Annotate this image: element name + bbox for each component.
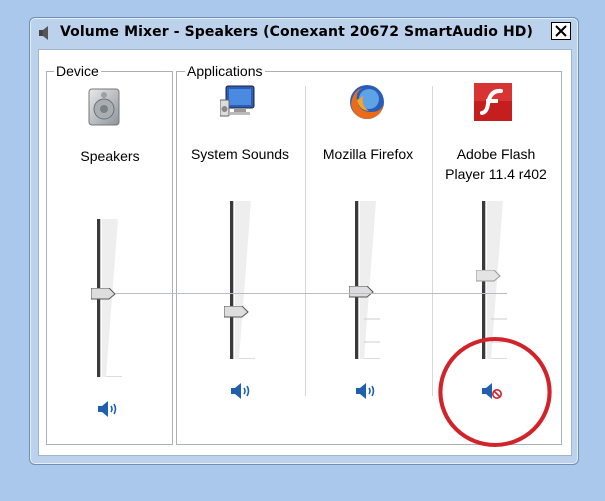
speaker-device-icon — [88, 88, 120, 126]
device-group: Device Speakers — [46, 63, 173, 445]
flash-volume-thumb[interactable] — [476, 270, 501, 282]
device-group-label: Device — [54, 63, 101, 79]
speaker-title-icon — [39, 26, 48, 40]
applications-group-label: Applications — [185, 63, 265, 79]
app-name-system-sounds: System Sounds — [190, 146, 290, 162]
firefox-volume-track[interactable] — [355, 201, 359, 359]
highlight-annotation-circle — [438, 337, 552, 447]
window-title: Volume Mixer - Speakers (Conexant 20672 … — [60, 24, 534, 40]
system-sounds-level-meter — [235, 201, 255, 359]
master-volume-guide-line — [115, 293, 507, 294]
firefox-volume-thumb[interactable] — [349, 286, 374, 298]
title-bar[interactable]: Volume Mixer - Speakers (Conexant 20672 … — [30, 18, 578, 48]
system-sounds-speaker-icon[interactable] — [230, 382, 252, 400]
app-name-flash-line1: Adobe Flash — [456, 146, 536, 162]
flash-player-icon — [474, 83, 512, 121]
firefox-speaker-icon[interactable] — [355, 382, 377, 400]
column-divider — [305, 86, 306, 396]
close-button[interactable] — [551, 22, 571, 40]
device-name: Speakers — [80, 148, 140, 164]
system-sounds-volume-track[interactable] — [230, 201, 234, 359]
firefox-level-meter — [360, 201, 380, 359]
system-sounds-volume-thumb[interactable] — [224, 306, 249, 318]
device-volume-thumb[interactable] — [91, 288, 116, 300]
close-icon — [555, 25, 567, 37]
app-name-flash-line2: Player 11.4 r402 — [445, 166, 547, 182]
device-speaker-icon[interactable] — [97, 400, 119, 418]
monitor-speaker-icon — [220, 85, 255, 117]
column-divider — [432, 86, 433, 396]
app-name-firefox: Mozilla Firefox — [322, 146, 414, 162]
firefox-icon — [350, 85, 384, 119]
